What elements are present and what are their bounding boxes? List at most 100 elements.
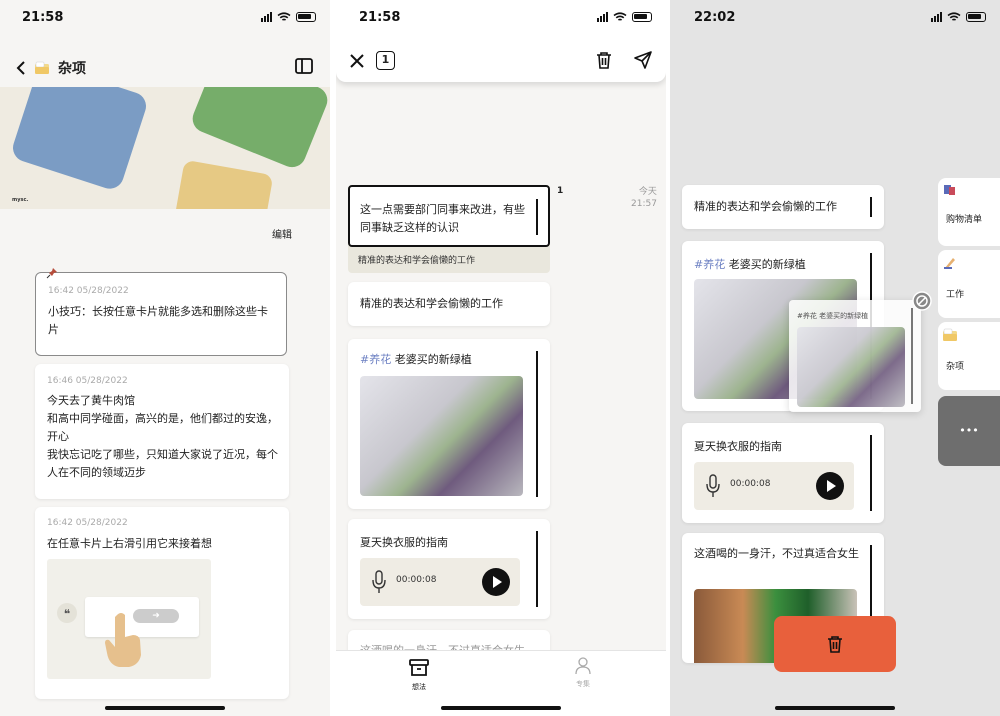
card-meta: 16:46 05/28/2022: [47, 376, 128, 386]
quote-icon: ❝: [57, 603, 77, 623]
system-status-icons: [931, 12, 986, 22]
note-card[interactable]: 精准的表达和学会偷懒的工作: [682, 185, 884, 229]
page-title: 杂项: [58, 61, 86, 77]
microphone-icon: [372, 570, 386, 593]
signal-icon: [931, 12, 942, 22]
collection-label: 工作: [946, 290, 965, 300]
battery-icon: [966, 12, 986, 22]
card-text: 夏天换衣服的指南: [694, 440, 782, 453]
tab-collections[interactable]: 专集: [568, 657, 598, 689]
writing-hand-icon: [944, 258, 955, 269]
dragging-card-ghost[interactable]: #养花 老婆买的新绿植: [789, 300, 921, 412]
card-text: 小技巧：长按任意卡片就能多选和删除这些卡片: [48, 305, 268, 336]
microphone-icon: [706, 474, 720, 497]
sidebar-toggle-icon[interactable]: [295, 58, 313, 74]
card-drag-bar: [870, 435, 872, 511]
no-drop-icon: [912, 291, 932, 311]
card-text: #养花 老婆买的新绿植: [360, 353, 472, 366]
tab-label: 想法: [412, 683, 426, 691]
wifi-icon: [613, 12, 627, 21]
status-time: 21:58: [359, 10, 401, 25]
timestamp-clock: 21:57: [631, 199, 657, 209]
hashtag-link[interactable]: #养花: [360, 353, 391, 366]
battery-icon: [296, 12, 316, 22]
home-indicator: [775, 706, 895, 710]
side-collection-misc[interactable]: 杂项: [938, 322, 1000, 390]
banner-caption: mysc.: [12, 197, 29, 203]
audio-player[interactable]: 00:00:08: [360, 558, 520, 606]
home-indicator: [105, 706, 225, 710]
edit-button[interactable]: 编辑: [272, 226, 292, 241]
collection-label: 杂项: [946, 362, 965, 372]
card-meta: 16:42 05/28/2022: [48, 286, 129, 296]
panel-collection-view: 21:58 杂项 mysc. 编辑 16:42 05/28/2022 小技巧：长…: [0, 0, 330, 716]
drag-caption: #养花 老婆买的新绿植: [797, 312, 869, 320]
audio-duration: 00:00:08: [396, 575, 437, 585]
signal-icon: [261, 12, 272, 22]
card-drag-bar: [536, 351, 538, 497]
status-time: 21:58: [22, 10, 64, 25]
pin-icon: [46, 268, 57, 279]
selection-order-badge: 1: [557, 186, 564, 196]
selected-count-badge: 1: [376, 51, 395, 70]
status-time: 22:02: [694, 10, 736, 25]
note-card[interactable]: 精准的表达和学会偷懒的工作: [348, 282, 550, 326]
signal-icon: [597, 12, 608, 22]
selection-header: 21:58 1: [336, 0, 666, 82]
note-card-diary[interactable]: 16:46 05/28/2022 今天去了黄牛肉馆 和高中同学碰面，高兴的是，他…: [35, 364, 289, 499]
system-status-icons: [597, 12, 652, 22]
more-collections-button[interactable]: •••: [938, 396, 1000, 466]
quote-text: 这一点需要部门同事来改进，有些同事缺乏这样的认识: [360, 203, 525, 234]
play-button[interactable]: [816, 472, 844, 500]
person-icon: [575, 657, 591, 675]
send-icon[interactable]: [634, 51, 652, 69]
system-status-icons: [261, 12, 316, 22]
card-text: #养花 老婆买的新绿植: [694, 258, 806, 271]
audio-player[interactable]: 00:00:08: [694, 462, 854, 510]
card-text: 今天去了黄牛肉馆 和高中同学碰面，高兴的是，他们都过的安逸，开心 我快忘记吃了哪…: [47, 394, 278, 479]
quote-card-selected[interactable]: 这一点需要部门同事来改进，有些同事缺乏这样的认识: [348, 185, 550, 247]
note-card-tip[interactable]: 16:42 05/28/2022 小技巧：长按任意卡片就能多选和删除这些卡片: [35, 268, 287, 356]
side-collection-work[interactable]: 工作: [938, 250, 1000, 318]
archive-box-icon: [409, 659, 429, 676]
trash-icon[interactable]: [596, 51, 612, 69]
plant-photo: [797, 327, 905, 407]
hashtag-link[interactable]: #养花: [694, 258, 725, 271]
quote-source: 精准的表达和学会偷懒的工作: [358, 256, 476, 266]
swipe-illustration: ❝ ➜: [47, 559, 211, 679]
card-text: 精准的表达和学会偷懒的工作: [360, 297, 503, 310]
panel-drag-to-collection: 22:02 精准的表达和学会偷懒的工作 #养花 老婆买的新绿植 夏天换衣服的指南…: [670, 0, 1000, 716]
side-collection-shopping[interactable]: 购物清单: [938, 178, 1000, 246]
note-card-audio[interactable]: 夏天换衣服的指南 00:00:08: [682, 423, 884, 523]
panel-multiselect-view: 21:58 1 这一点需要部门同事来改进，有些同事缺乏这样的认识 精准的表达和学…: [336, 0, 666, 716]
card-drag-bar: [536, 531, 538, 607]
tab-ideas[interactable]: 想法: [404, 659, 434, 692]
card-text: 精准的表达和学会偷懒的工作: [694, 200, 837, 213]
trash-icon: [828, 636, 842, 653]
play-button[interactable]: [482, 568, 510, 596]
tab-label: 专集: [576, 680, 590, 688]
delete-drop-zone[interactable]: [774, 616, 896, 672]
home-indicator: [441, 706, 561, 710]
wifi-icon: [947, 12, 961, 21]
audio-duration: 00:00:08: [730, 479, 771, 489]
collection-banner: mysc.: [0, 87, 330, 209]
battery-icon: [632, 12, 652, 22]
card-text: 夏天换衣服的指南: [360, 536, 448, 549]
timestamp: 今天 21:57: [631, 186, 657, 210]
collection-label: 购物清单: [946, 215, 983, 225]
card-meta: 16:42 05/28/2022: [47, 518, 128, 528]
note-card-photo[interactable]: #养花 老婆买的新绿植: [348, 339, 550, 509]
shopping-bag-icon: [944, 185, 955, 195]
note-card-swipe-tip[interactable]: 16:42 05/28/2022 在任意卡片上右滑引用它来接着想 ❝ ➜: [35, 507, 289, 699]
card-drag-bar: [911, 308, 913, 404]
back-chevron-icon[interactable]: [16, 60, 26, 76]
plant-photo[interactable]: [360, 376, 523, 496]
hand-pointer-icon: [105, 613, 141, 667]
note-card-audio[interactable]: 夏天换衣服的指南 00:00:08: [348, 519, 550, 619]
folder-icon: [35, 61, 49, 74]
timestamp-day: 今天: [638, 187, 657, 197]
close-icon[interactable]: [349, 53, 365, 69]
quoted-card-group[interactable]: 这一点需要部门同事来改进，有些同事缺乏这样的认识 精准的表达和学会偷懒的工作: [348, 185, 550, 273]
card-drag-bar: [870, 197, 872, 217]
